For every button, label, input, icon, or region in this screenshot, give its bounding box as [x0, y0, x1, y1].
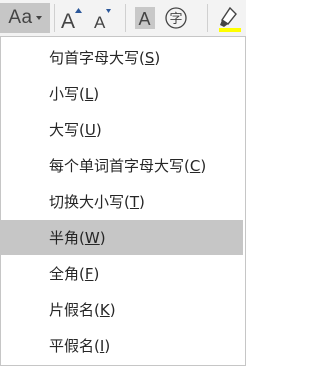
menu-item-accel: (I): [94, 336, 111, 355]
chevron-down-icon: [35, 16, 42, 20]
menu-item-uppercase[interactable]: 大写 (U): [1, 112, 243, 147]
toolbar-separator: [207, 4, 208, 32]
menu-item-label: 平假名: [49, 337, 95, 355]
text-highlight-icon: [219, 6, 241, 32]
menu-item-label: 句首字母大写: [49, 49, 140, 67]
grow-font-glyph: A: [61, 10, 75, 31]
menu-item-accel: (F): [79, 264, 100, 283]
highlight-color-bar: [219, 28, 241, 32]
menu-item-full-width[interactable]: 全角 (F): [1, 256, 243, 291]
shading-glyph: A: [139, 9, 151, 29]
menu-item-label: 切换大小写: [49, 193, 125, 211]
menu-item-label: 片假名: [49, 301, 95, 319]
shrink-font-icon: A: [94, 9, 111, 31]
ribbon-toolbar: Aa A A A 字: [0, 0, 246, 36]
menu-item-sentence-case[interactable]: 句首字母大写 (S): [1, 40, 243, 75]
menu-item-accel: (C): [184, 156, 207, 175]
menu-item-accel: (W): [79, 228, 106, 247]
menu-item-lowercase[interactable]: 小写 (L): [1, 76, 243, 111]
character-shading-button[interactable]: A: [132, 3, 158, 33]
menu-item-label: 全角: [49, 265, 80, 283]
change-case-icon: Aa: [8, 7, 33, 28]
menu-item-toggle-case[interactable]: 切换大小写 (T): [1, 184, 243, 219]
menu-item-label: 小写: [49, 85, 80, 103]
menu-item-accel: (T): [124, 192, 145, 211]
menu-item-accel: (U): [79, 120, 102, 139]
menu-item-half-width[interactable]: 半角 (W): [1, 220, 243, 255]
menu-item-label: 半角: [49, 229, 80, 247]
menu-item-katakana[interactable]: 片假名 (K): [1, 292, 243, 327]
menu-item-accel: (L): [79, 84, 100, 103]
text-highlight-button[interactable]: [214, 3, 246, 33]
shrink-font-glyph: A: [94, 13, 106, 31]
menu-item-accel: (K): [94, 300, 116, 319]
menu-item-hiragana[interactable]: 平假名 (I): [1, 328, 243, 363]
shrink-font-button[interactable]: A: [88, 3, 116, 33]
grow-font-button[interactable]: A: [58, 3, 86, 33]
toolbar-separator: [125, 4, 126, 32]
menu-item-capitalize-each-word[interactable]: 每个单词首字母大写 (C): [1, 148, 243, 183]
up-arrow-icon: [75, 8, 82, 13]
enclose-characters-button[interactable]: 字: [162, 3, 190, 33]
enclose-glyph: 字: [169, 12, 182, 27]
toolbar-separator: [54, 4, 55, 32]
down-arrow-icon: [106, 9, 111, 13]
change-case-button[interactable]: Aa: [0, 3, 50, 33]
character-shading-icon: A: [135, 7, 155, 29]
menu-item-label: 每个单词首字母大写: [49, 157, 185, 175]
menu-item-accel: (S): [139, 48, 161, 67]
enclose-characters-icon: 字: [165, 7, 187, 29]
menu-item-label: 大写: [49, 121, 80, 139]
grow-font-icon: A: [61, 8, 82, 31]
